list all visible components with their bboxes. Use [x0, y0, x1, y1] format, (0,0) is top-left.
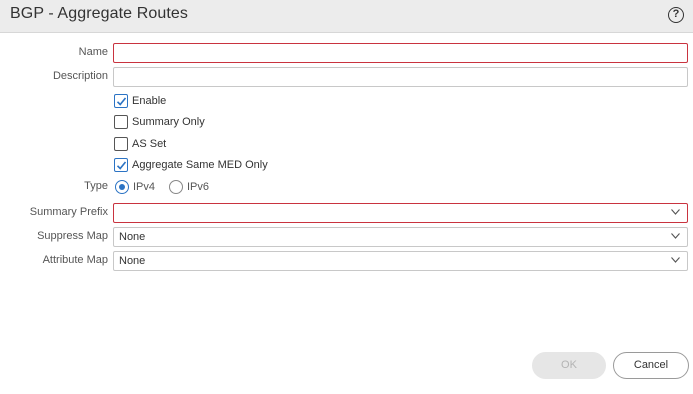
checkmark-icon	[116, 161, 127, 170]
ipv4-label: IPv4	[133, 181, 156, 193]
as-set-label: AS Set	[132, 138, 167, 150]
suppress-map-select[interactable]: None	[113, 227, 688, 247]
ipv6-radio-row[interactable]: IPv6	[169, 179, 209, 195]
ok-button[interactable]: OK	[532, 352, 606, 379]
enable-checkbox-row[interactable]: Enable	[114, 93, 166, 109]
attribute-map-label: Attribute Map	[42, 254, 108, 266]
aggregate-same-med-label: Aggregate Same MED Only	[132, 159, 268, 171]
as-set-checkbox-row[interactable]: AS Set	[114, 136, 166, 152]
as-set-checkbox[interactable]	[114, 137, 128, 151]
enable-checkbox[interactable]	[114, 94, 128, 108]
description-input[interactable]	[113, 67, 688, 87]
dialog-titlebar: BGP - Aggregate Routes ?	[0, 0, 693, 33]
help-icon[interactable]: ?	[668, 7, 684, 23]
chevron-down-icon	[671, 209, 680, 215]
description-label: Description	[52, 70, 108, 82]
chevron-down-icon	[671, 257, 680, 263]
name-label: Name	[78, 46, 108, 58]
summary-prefix-select[interactable]	[113, 203, 688, 223]
summary-only-checkbox-row[interactable]: Summary Only	[114, 114, 205, 130]
ipv6-radio[interactable]	[169, 180, 183, 194]
chevron-down-icon	[671, 233, 680, 239]
aggregate-same-med-checkbox[interactable]	[114, 158, 128, 172]
summary-only-label: Summary Only	[132, 116, 205, 128]
summary-only-checkbox[interactable]	[114, 115, 128, 129]
enable-label: Enable	[132, 95, 167, 107]
summary-prefix-label: Summary Prefix	[29, 206, 108, 218]
ipv6-label: IPv6	[187, 181, 210, 193]
suppress-map-label: Suppress Map	[37, 230, 108, 242]
attribute-map-value: None	[119, 255, 146, 267]
attribute-map-select[interactable]: None	[113, 251, 688, 271]
ipv4-radio-row[interactable]: IPv4	[115, 179, 155, 195]
cancel-button[interactable]: Cancel	[613, 352, 689, 379]
checkmark-icon	[116, 97, 127, 106]
suppress-map-value: None	[119, 231, 146, 243]
ipv4-radio[interactable]	[115, 180, 129, 194]
name-input[interactable]	[113, 43, 688, 63]
aggregate-same-med-checkbox-row[interactable]: Aggregate Same MED Only	[114, 157, 268, 173]
type-label: Type	[84, 180, 108, 192]
dialog-title: BGP - Aggregate Routes	[10, 5, 189, 22]
